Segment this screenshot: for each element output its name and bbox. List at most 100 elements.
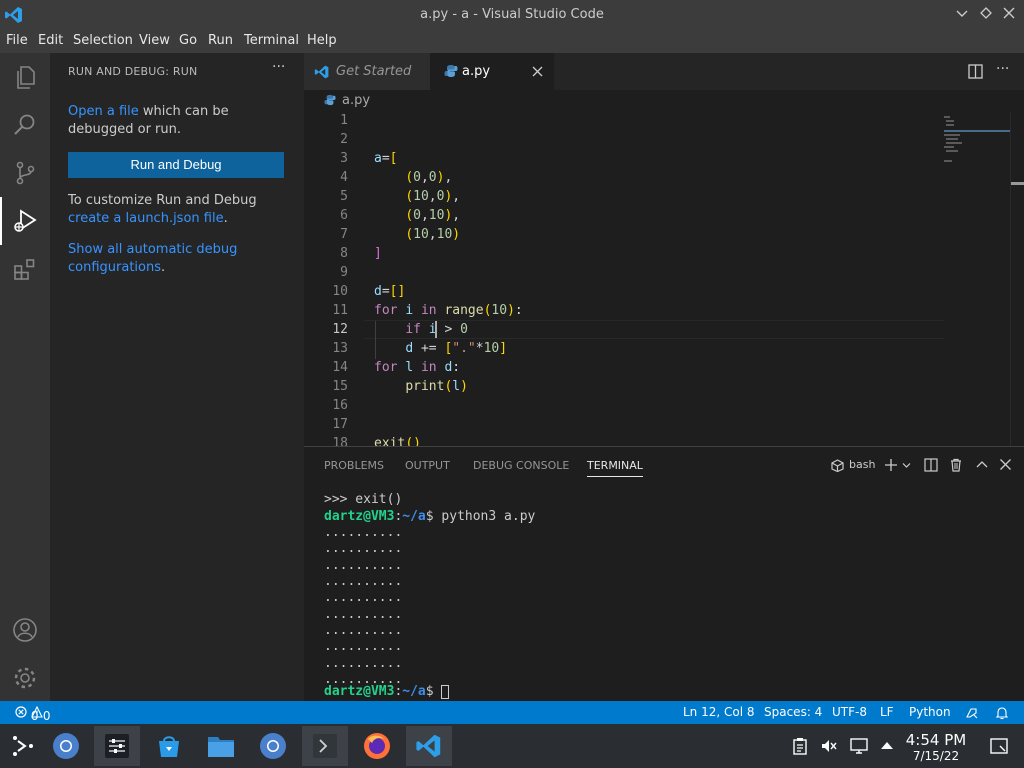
- tab-label: a.py: [462, 64, 491, 79]
- split-editor-icon[interactable]: [968, 64, 983, 79]
- python-file-icon: [324, 94, 336, 106]
- create-launch-json-link[interactable]: create a launch.json file: [68, 211, 224, 226]
- taskbar-firefox[interactable]: [354, 726, 400, 766]
- prompt-end: $: [425, 684, 442, 699]
- python-file-icon: [444, 65, 458, 77]
- chevron-up-icon[interactable]: [975, 458, 989, 472]
- account-icon: [13, 618, 37, 642]
- menu-run[interactable]: Run: [208, 33, 233, 48]
- run-debug-icon: [14, 209, 37, 232]
- editor-tabs: Get Started a.py ···: [304, 53, 1024, 90]
- code-line: (0,0),: [405, 170, 453, 185]
- more-actions-button[interactable]: ···: [272, 59, 285, 75]
- editor-scrollbar[interactable]: [1010, 112, 1024, 446]
- menu-help[interactable]: Help: [307, 33, 337, 48]
- customize-paragraph: To customize Run and Debug create a launc…: [68, 192, 290, 228]
- indentation[interactable]: Spaces: 4: [764, 705, 822, 719]
- menu-file[interactable]: File: [6, 33, 28, 48]
- show-all-debug-configs-link[interactable]: Show all automatic debug configurations: [68, 242, 237, 275]
- clock[interactable]: 4:54 PM 7/15/22: [896, 731, 976, 763]
- run-debug-button[interactable]: [0, 197, 50, 245]
- gear-icon: [14, 667, 36, 689]
- editor-more-actions-button[interactable]: ···: [996, 61, 1009, 77]
- breadcrumb-file[interactable]: a.py: [342, 93, 370, 108]
- line-number: 11: [332, 303, 348, 318]
- menu-go[interactable]: Go: [179, 33, 197, 48]
- taskbar-discover[interactable]: [146, 726, 192, 766]
- search-button[interactable]: [0, 101, 50, 149]
- menu-selection[interactable]: Selection: [73, 33, 133, 48]
- problems-status[interactable]: 0 0: [15, 705, 50, 723]
- customize-text: To customize Run and Debug: [68, 193, 257, 208]
- manage-button[interactable]: [0, 654, 50, 702]
- line-number: 15: [332, 379, 348, 394]
- run-and-debug-button[interactable]: Run and Debug: [68, 152, 284, 178]
- taskbar-file-manager[interactable]: [198, 726, 244, 766]
- volume-muted-icon[interactable]: [820, 737, 838, 755]
- encoding[interactable]: UTF-8: [832, 705, 867, 719]
- title-bar: a.py - a - Visual Studio Code: [0, 0, 1024, 30]
- accounts-button[interactable]: [0, 606, 50, 654]
- taskbar-vscode[interactable]: [406, 726, 452, 766]
- minimize-button[interactable]: [954, 6, 970, 22]
- line-number-current: 12: [332, 322, 348, 337]
- panel-tab-problems[interactable]: PROBLEMS: [324, 459, 384, 472]
- terminal-output-line: ..........: [324, 607, 403, 622]
- cursor-position[interactable]: Ln 12, Col 8: [683, 705, 755, 719]
- close-panel-icon[interactable]: [999, 458, 1012, 471]
- open-file-link[interactable]: Open a file: [68, 104, 139, 119]
- taskbar-browser-1[interactable]: [43, 726, 89, 766]
- taskbar-browser-2[interactable]: [250, 726, 296, 766]
- panel-tab-debug-console[interactable]: DEBUG CONSOLE: [473, 459, 569, 472]
- window-title: a.py - a - Visual Studio Code: [420, 7, 604, 22]
- show-desktop-icon[interactable]: [990, 737, 1008, 755]
- taskbar-terminal[interactable]: [302, 726, 348, 766]
- feedback-icon[interactable]: [965, 706, 979, 720]
- split-terminal-icon[interactable]: [924, 458, 938, 472]
- code-line: for l in d:: [374, 360, 461, 375]
- terminal-shell-name[interactable]: bash: [849, 458, 875, 471]
- folder-icon: [208, 737, 234, 757]
- terminal-shell-icon: [831, 459, 844, 472]
- menu-terminal[interactable]: Terminal: [244, 33, 299, 48]
- launcher-icon: [13, 736, 33, 756]
- network-icon[interactable]: [850, 737, 868, 755]
- close-window-button[interactable]: [1001, 6, 1017, 22]
- panel-tab-terminal[interactable]: TERMINAL: [587, 459, 643, 477]
- clipboard-icon[interactable]: [792, 737, 808, 755]
- bell-icon[interactable]: [995, 706, 1009, 720]
- taskbar-system-settings[interactable]: [94, 726, 140, 766]
- app-launcher-button[interactable]: [0, 726, 46, 766]
- tab-a-py[interactable]: a.py: [430, 53, 554, 90]
- panel-tab-output[interactable]: OUTPUT: [405, 459, 450, 472]
- show-all-paragraph: Show all automatic debug configurations.: [68, 241, 248, 277]
- prompt-end: $: [425, 509, 442, 524]
- close-tab-icon[interactable]: [532, 66, 543, 77]
- clock-time: 4:54 PM: [905, 731, 967, 749]
- menu-view[interactable]: View: [139, 33, 170, 48]
- line-number: 4: [340, 170, 348, 185]
- menu-edit[interactable]: Edit: [38, 33, 63, 48]
- explorer-button[interactable]: [0, 53, 50, 101]
- code-line: d += ["."*10]: [405, 341, 508, 356]
- end-of-line[interactable]: LF: [880, 705, 894, 719]
- code-editor[interactable]: 1 2 3 4 5 6 7 8 9 10 11 12 13 14 15 16 1…: [304, 112, 1024, 446]
- trash-icon[interactable]: [949, 458, 963, 472]
- maximize-button[interactable]: [978, 6, 994, 22]
- prompt-path: ~/a: [402, 684, 426, 699]
- menu-bar: File Edit Selection View Go Run Terminal…: [0, 30, 1024, 53]
- os-taskbar: 4:54 PM 7/15/22: [0, 724, 1024, 768]
- extensions-button[interactable]: [0, 245, 50, 293]
- search-icon: [14, 114, 35, 135]
- minimap[interactable]: [940, 112, 1018, 172]
- vscode-logo-icon: [314, 65, 329, 79]
- tab-get-started[interactable]: Get Started: [304, 53, 430, 90]
- error-icon: [15, 706, 27, 718]
- chevron-down-icon[interactable]: [902, 461, 911, 470]
- chevron-up-icon[interactable]: [880, 739, 894, 751]
- language-mode[interactable]: Python: [909, 705, 951, 719]
- source-control-button[interactable]: [0, 149, 50, 197]
- plus-icon[interactable]: [884, 458, 898, 472]
- line-number: 14: [332, 360, 348, 375]
- line-number: 7: [340, 227, 348, 242]
